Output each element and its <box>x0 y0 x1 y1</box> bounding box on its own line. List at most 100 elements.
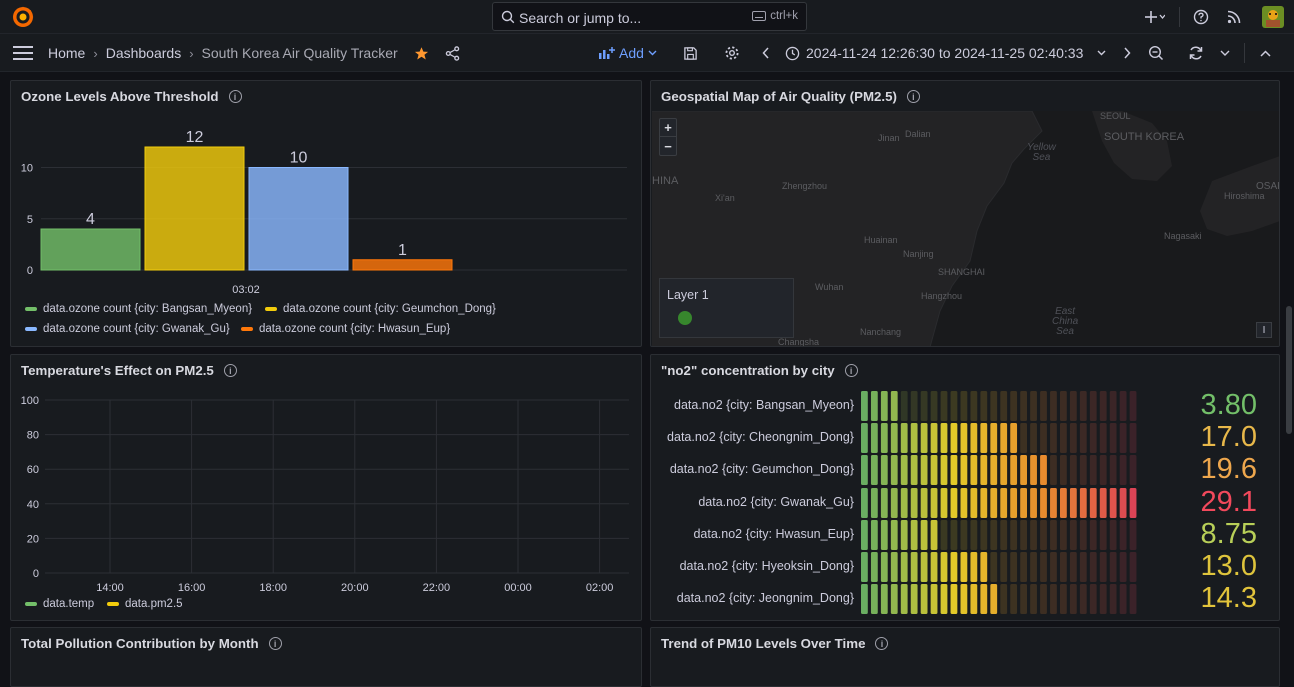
gauge-cell <box>1010 423 1018 454</box>
refresh-icon[interactable] <box>1188 45 1204 61</box>
panel-title[interactable]: "no2" concentration by city i <box>661 363 858 378</box>
breadcrumb-dashboards[interactable]: Dashboards <box>106 45 182 61</box>
map-label: Hangzhou <box>921 291 963 301</box>
gauge-row: data.no2 {city: Hwasun_Eup} 8.75 <box>651 518 1279 550</box>
panel-title[interactable]: Geospatial Map of Air Quality (PM2.5) i <box>661 89 920 104</box>
legend-swatch <box>25 307 37 311</box>
gauge-value: 19.6 <box>1200 453 1257 486</box>
panel-title[interactable]: Trend of PM10 Levels Over Time i <box>661 636 889 651</box>
gauge-cell <box>1079 391 1087 421</box>
panel-title[interactable]: Total Pollution Contribution by Month i <box>21 636 282 651</box>
share-icon[interactable] <box>445 45 460 61</box>
map-tool-button[interactable]: I <box>1256 322 1272 338</box>
map-zoom-in-button[interactable]: + <box>660 119 676 137</box>
gauge-cell <box>930 487 938 518</box>
gauge-bar[interactable] <box>861 519 1143 550</box>
info-icon[interactable]: i <box>906 90 920 103</box>
info-icon[interactable]: i <box>844 364 858 377</box>
gauge-cell <box>890 552 898 582</box>
gauge-cell <box>970 552 978 582</box>
chevron-down-icon[interactable] <box>1220 50 1230 57</box>
gauge-cell <box>1079 519 1087 550</box>
geo-map[interactable]: SEOUL SOUTH KOREA Jinan Dalian Zhengzhou… <box>652 111 1279 347</box>
legend-item[interactable]: data.ozone count {city: Gwanak_Gu} <box>25 323 230 335</box>
gauge-bar[interactable] <box>861 423 1143 454</box>
y-tick-label: 0 <box>33 568 39 580</box>
gauge-cell <box>880 423 888 454</box>
gauge-cell <box>930 391 938 421</box>
x-tick-label: 03:02 <box>232 284 260 296</box>
gauge-cell <box>910 455 918 486</box>
gauge-cell <box>900 552 908 582</box>
time-forward-icon[interactable] <box>1122 47 1132 59</box>
info-icon[interactable]: i <box>228 90 242 103</box>
time-back-icon[interactable] <box>761 47 771 59</box>
dashboard-nav-bar: Home › Dashboards › South Korea Air Qual… <box>0 34 1294 72</box>
bar[interactable] <box>248 167 349 271</box>
map-label: Nanjing <box>903 249 934 259</box>
legend-item[interactable]: data.ozone count {city: Geumchon_Dong} <box>265 303 496 315</box>
gauge-cell <box>950 423 958 454</box>
legend-item[interactable]: data.ozone count {city: Bangsan_Myeon} <box>25 303 252 315</box>
gauge-cell <box>861 423 868 454</box>
gauge-cell <box>980 423 988 454</box>
gauge-cell <box>1129 519 1137 550</box>
chevron-down-icon <box>1097 50 1106 56</box>
info-icon[interactable]: i <box>268 637 282 650</box>
temperature-timeseries-chart: 100 80 60 40 20 0 14:00 16:00 18:00 20:00 22:00 00:… <box>21 395 629 594</box>
gauge-bar[interactable] <box>861 487 1143 518</box>
gauge-cell <box>1030 552 1037 582</box>
profile-button[interactable] <box>1252 0 1294 34</box>
gauge-cell <box>1050 552 1057 582</box>
gauge-cell <box>960 552 968 582</box>
temperature-panel: Temperature's Effect on PM2.5 i 100 80 60 4… <box>10 354 642 621</box>
page-scrollbar[interactable] <box>1286 306 1292 434</box>
menu-icon[interactable] <box>13 46 33 60</box>
bar[interactable] <box>352 259 453 271</box>
gauge-cell <box>1040 487 1047 518</box>
map-label: Dalian <box>905 129 931 139</box>
gauge-cell <box>870 391 878 421</box>
help-button[interactable] <box>1186 0 1216 34</box>
gauge-cell <box>1030 584 1037 615</box>
panel-title[interactable]: Temperature's Effect on PM2.5 i <box>21 363 237 378</box>
news-button[interactable] <box>1216 0 1252 34</box>
time-picker[interactable]: 2024-11-24 12:26:30 to 2024-11-25 02:40:… <box>785 45 1106 61</box>
gear-icon[interactable] <box>724 45 740 61</box>
map-zoom-out-button[interactable]: − <box>660 137 676 155</box>
bar-value-label: 4 <box>86 211 95 228</box>
info-icon[interactable]: i <box>223 364 237 377</box>
legend-item[interactable]: data.ozone count {city: Hwasun_Eup} <box>241 323 450 335</box>
gauge-bar[interactable] <box>861 584 1143 615</box>
panel-title[interactable]: Ozone Levels Above Threshold i <box>21 89 242 104</box>
gauge-bar[interactable] <box>861 455 1143 486</box>
breadcrumb-home[interactable]: Home <box>48 45 85 61</box>
gauge-cell <box>900 455 908 486</box>
star-icon[interactable] <box>414 46 429 61</box>
legend-item[interactable]: data.temp <box>25 598 94 610</box>
add-button[interactable]: Add <box>599 45 657 61</box>
bar[interactable] <box>144 146 245 271</box>
map-label: Changsha <box>778 337 820 347</box>
legend-item[interactable]: data.pm2.5 <box>107 598 183 610</box>
gauge-cell <box>980 519 988 550</box>
gauge-cell <box>960 391 968 421</box>
x-tick-label: 20:00 <box>341 582 369 594</box>
collapse-up-icon[interactable] <box>1260 49 1271 57</box>
gauge-cell <box>870 584 878 615</box>
gauge-cell <box>990 487 998 518</box>
gauge-cell <box>1109 584 1117 615</box>
save-icon[interactable] <box>683 46 698 61</box>
gauge-cell <box>1060 519 1067 550</box>
search-input[interactable]: Search or jump to... ctrl+k <box>492 2 807 31</box>
new-button[interactable] <box>1137 0 1173 34</box>
gauge-cell <box>1050 519 1057 550</box>
zoom-out-icon[interactable] <box>1148 45 1164 61</box>
grafana-logo-icon[interactable] <box>11 5 35 29</box>
info-icon[interactable]: i <box>875 637 889 650</box>
gauge-bar[interactable] <box>861 391 1143 421</box>
gauge-bar[interactable] <box>861 552 1143 582</box>
gauge-cell <box>1129 552 1137 582</box>
gauge-cell <box>980 584 988 615</box>
bar[interactable] <box>40 228 141 271</box>
